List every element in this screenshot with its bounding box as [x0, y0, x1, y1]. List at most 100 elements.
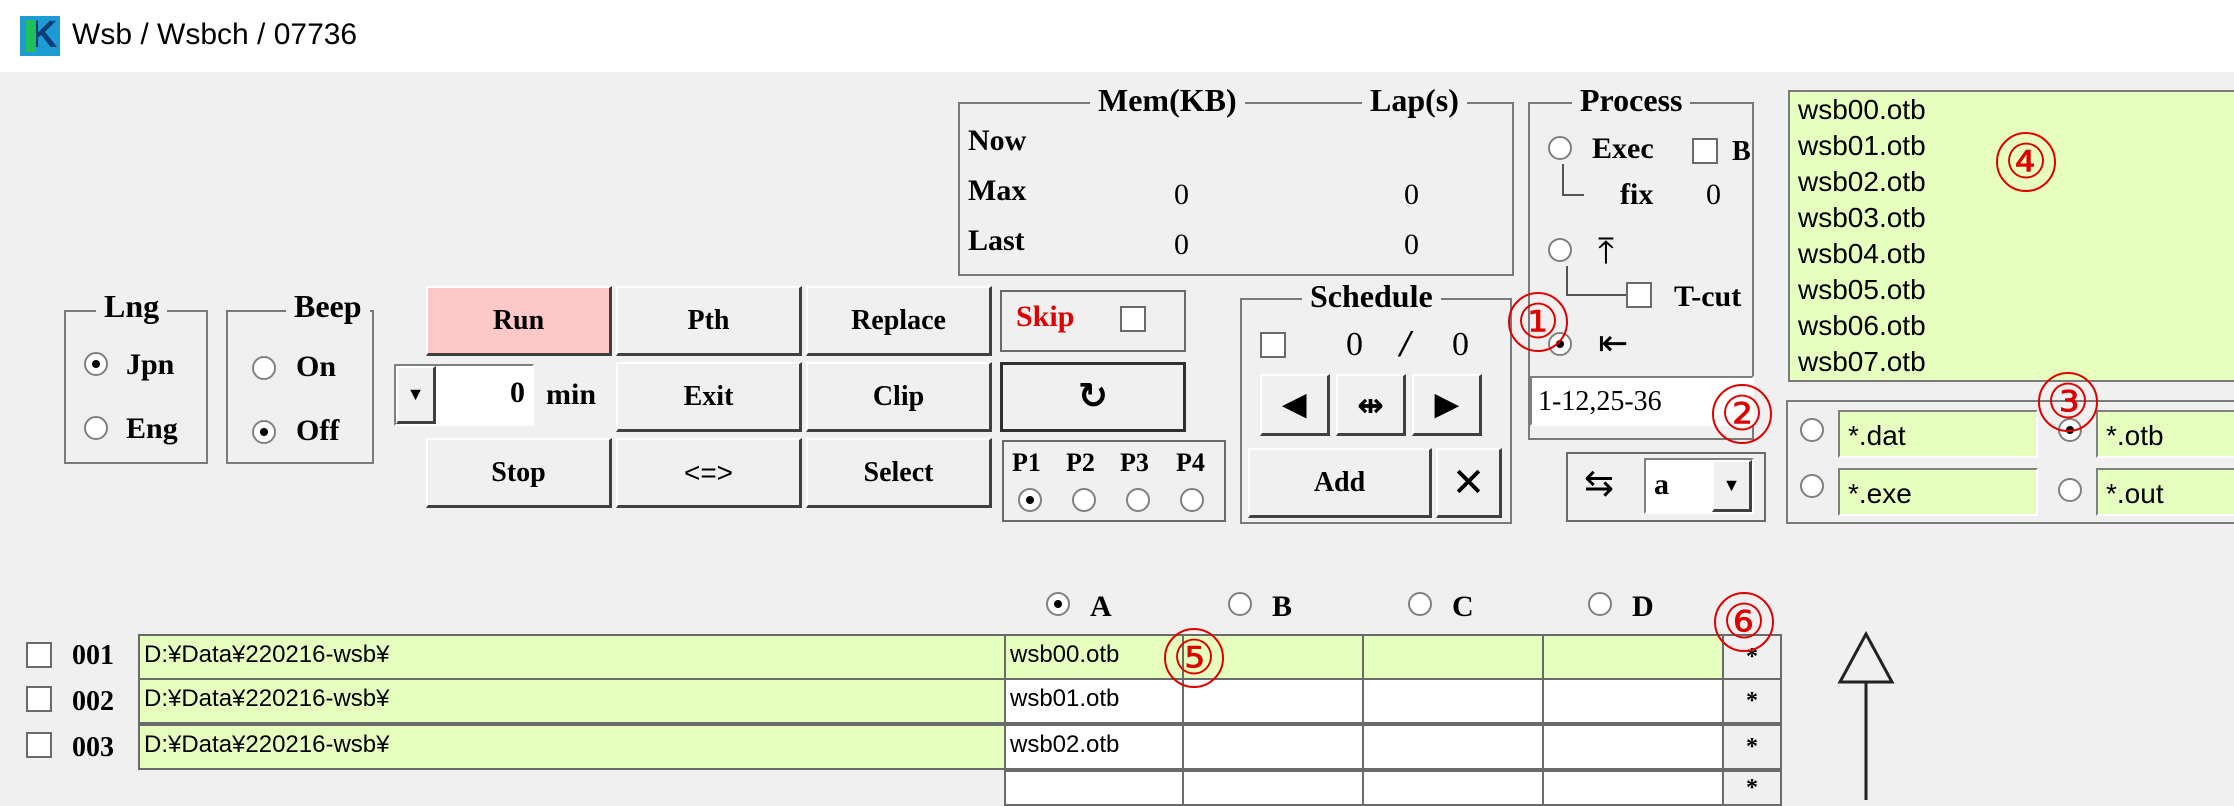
range-arrows-icon: ⇹: [1357, 385, 1384, 424]
filter-otb-value: *.otb: [2106, 420, 2164, 451]
sort-dropdown-button[interactable]: ▼: [1712, 460, 1752, 512]
exec-radio[interactable]: [1548, 136, 1572, 160]
beep-off-radio[interactable]: [252, 420, 276, 444]
row-3-c-cell[interactable]: [1362, 724, 1544, 770]
priority-p1-radio[interactable]: [1018, 488, 1042, 512]
arrow-left-to-start-icon: ⇤: [1598, 323, 1629, 364]
row-3-b-cell[interactable]: [1182, 724, 1364, 770]
triangle-right-icon: ▶: [1434, 388, 1459, 421]
list-item[interactable]: wsb07.otb: [1790, 344, 2234, 380]
schedule-legend: Schedule: [1302, 278, 1441, 315]
select-button[interactable]: Select: [806, 438, 992, 508]
skip-label: Skip: [1016, 300, 1075, 333]
refresh-button[interactable]: ↻: [1000, 362, 1186, 432]
row-2-checkbox[interactable]: [26, 686, 52, 712]
fix-connector: [1562, 164, 1584, 196]
timer-unit: min: [546, 378, 597, 411]
clip-button[interactable]: Clip: [806, 362, 992, 432]
row-4-c-cell[interactable]: [1362, 770, 1544, 806]
process-legend: Process: [1572, 82, 1691, 119]
pth-button[interactable]: Pth: [616, 286, 802, 356]
row-2-path-cell[interactable]: D:¥Data¥220216-wsb¥: [138, 678, 1006, 724]
row-4-a-cell[interactable]: [1004, 770, 1184, 806]
stat-lap-last: 0: [1404, 228, 1419, 261]
filter-exe-radio[interactable]: [1800, 474, 1824, 498]
annotation-5: ⑤: [1164, 628, 1224, 688]
row-4-b-cell[interactable]: [1182, 770, 1364, 806]
priority-label-p1: P1: [1012, 448, 1041, 477]
row-1-c-cell[interactable]: [1362, 634, 1544, 680]
row-2-star-button[interactable]: *: [1722, 678, 1782, 724]
refresh-icon: ↻: [1077, 376, 1109, 417]
list-item[interactable]: wsb05.otb: [1790, 272, 2234, 308]
delete-button[interactable]: ✕: [1436, 448, 1502, 518]
swap-button[interactable]: <=>: [616, 438, 802, 508]
row-3-a-cell[interactable]: wsb02.otb: [1004, 724, 1184, 770]
lang-jpn-radio[interactable]: [84, 352, 108, 376]
row-3-star-button[interactable]: *: [1722, 724, 1782, 770]
filter-exe-field[interactable]: *.exe: [1838, 468, 2038, 516]
lang-eng-radio[interactable]: [84, 416, 108, 440]
tcut-checkbox[interactable]: [1626, 282, 1652, 308]
column-d-label: D: [1632, 590, 1654, 623]
list-item[interactable]: wsb03.otb: [1790, 200, 2234, 236]
chevron-down-icon: ▼: [406, 384, 425, 404]
lang-eng-label: Eng: [126, 412, 178, 445]
fix-value: 0: [1706, 178, 1721, 211]
column-d-radio[interactable]: [1588, 592, 1612, 616]
timer-dropdown-button[interactable]: ▼: [396, 366, 436, 424]
schedule-next-button[interactable]: ▶: [1412, 374, 1482, 436]
list-item[interactable]: wsb06.otb: [1790, 308, 2234, 344]
filter-dat-radio[interactable]: [1800, 418, 1824, 442]
row-3-d-cell[interactable]: [1542, 724, 1724, 770]
schedule-checkbox[interactable]: [1260, 332, 1286, 358]
beep-on-radio[interactable]: [252, 356, 276, 380]
filter-out-field[interactable]: *.out: [2096, 468, 2234, 516]
stop-button[interactable]: Stop: [426, 438, 612, 508]
row-4-d-cell[interactable]: [1542, 770, 1724, 806]
column-a-radio[interactable]: [1046, 592, 1070, 616]
row-2-a-cell[interactable]: wsb01.otb: [1004, 678, 1184, 724]
annotation-4: ④: [1996, 132, 2056, 192]
priority-p2-radio[interactable]: [1072, 488, 1096, 512]
filter-out-radio[interactable]: [2058, 478, 2082, 502]
row-1-checkbox[interactable]: [26, 642, 52, 668]
schedule-prev-button[interactable]: ◀: [1260, 374, 1330, 436]
column-b-radio[interactable]: [1228, 592, 1252, 616]
app-logo-icon: [20, 16, 60, 56]
priority-p4-radio[interactable]: [1180, 488, 1204, 512]
row-1-path-cell[interactable]: D:¥Data¥220216-wsb¥: [138, 634, 1006, 680]
priority-label-p3: P3: [1120, 448, 1149, 477]
window-title: Wsb / Wsbch / 07736: [72, 18, 358, 51]
add-button[interactable]: Add: [1248, 448, 1432, 518]
list-item[interactable]: wsb00.otb: [1790, 92, 2234, 128]
b-checkbox[interactable]: [1692, 138, 1718, 164]
stat-label-now: Now: [968, 124, 1027, 157]
lap-legend: Lap(s): [1362, 82, 1467, 119]
chevron-down-icon: ▼: [1722, 475, 1741, 495]
fix-label: fix: [1620, 178, 1654, 211]
run-button[interactable]: Run: [426, 286, 612, 356]
row-2-c-cell[interactable]: [1362, 678, 1544, 724]
swap-arrows-icon[interactable]: ⇆: [1584, 466, 1614, 502]
priority-p3-radio[interactable]: [1126, 488, 1150, 512]
row-1-a-cell[interactable]: wsb00.otb: [1004, 634, 1184, 680]
skip-checkbox[interactable]: [1120, 306, 1146, 332]
row-1-d-cell[interactable]: [1542, 634, 1724, 680]
top-radio[interactable]: [1548, 238, 1572, 262]
scroll-up-arrow-icon[interactable]: [1836, 630, 1896, 800]
row-4-star-button[interactable]: *: [1722, 770, 1782, 806]
filter-otb-field[interactable]: *.otb: [2096, 410, 2234, 458]
row-3-checkbox[interactable]: [26, 732, 52, 758]
list-item[interactable]: wsb04.otb: [1790, 236, 2234, 272]
stat-lap-max: 0: [1404, 178, 1419, 211]
replace-button[interactable]: Replace: [806, 286, 992, 356]
tcut-label: T-cut: [1674, 280, 1742, 313]
schedule-count-a: 0: [1346, 326, 1363, 363]
row-2-d-cell[interactable]: [1542, 678, 1724, 724]
row-3-path-cell[interactable]: D:¥Data¥220216-wsb¥: [138, 724, 1006, 770]
filter-dat-field[interactable]: *.dat: [1838, 410, 2038, 458]
column-c-radio[interactable]: [1408, 592, 1432, 616]
schedule-range-button[interactable]: ⇹: [1336, 374, 1406, 436]
exit-button[interactable]: Exit: [616, 362, 802, 432]
